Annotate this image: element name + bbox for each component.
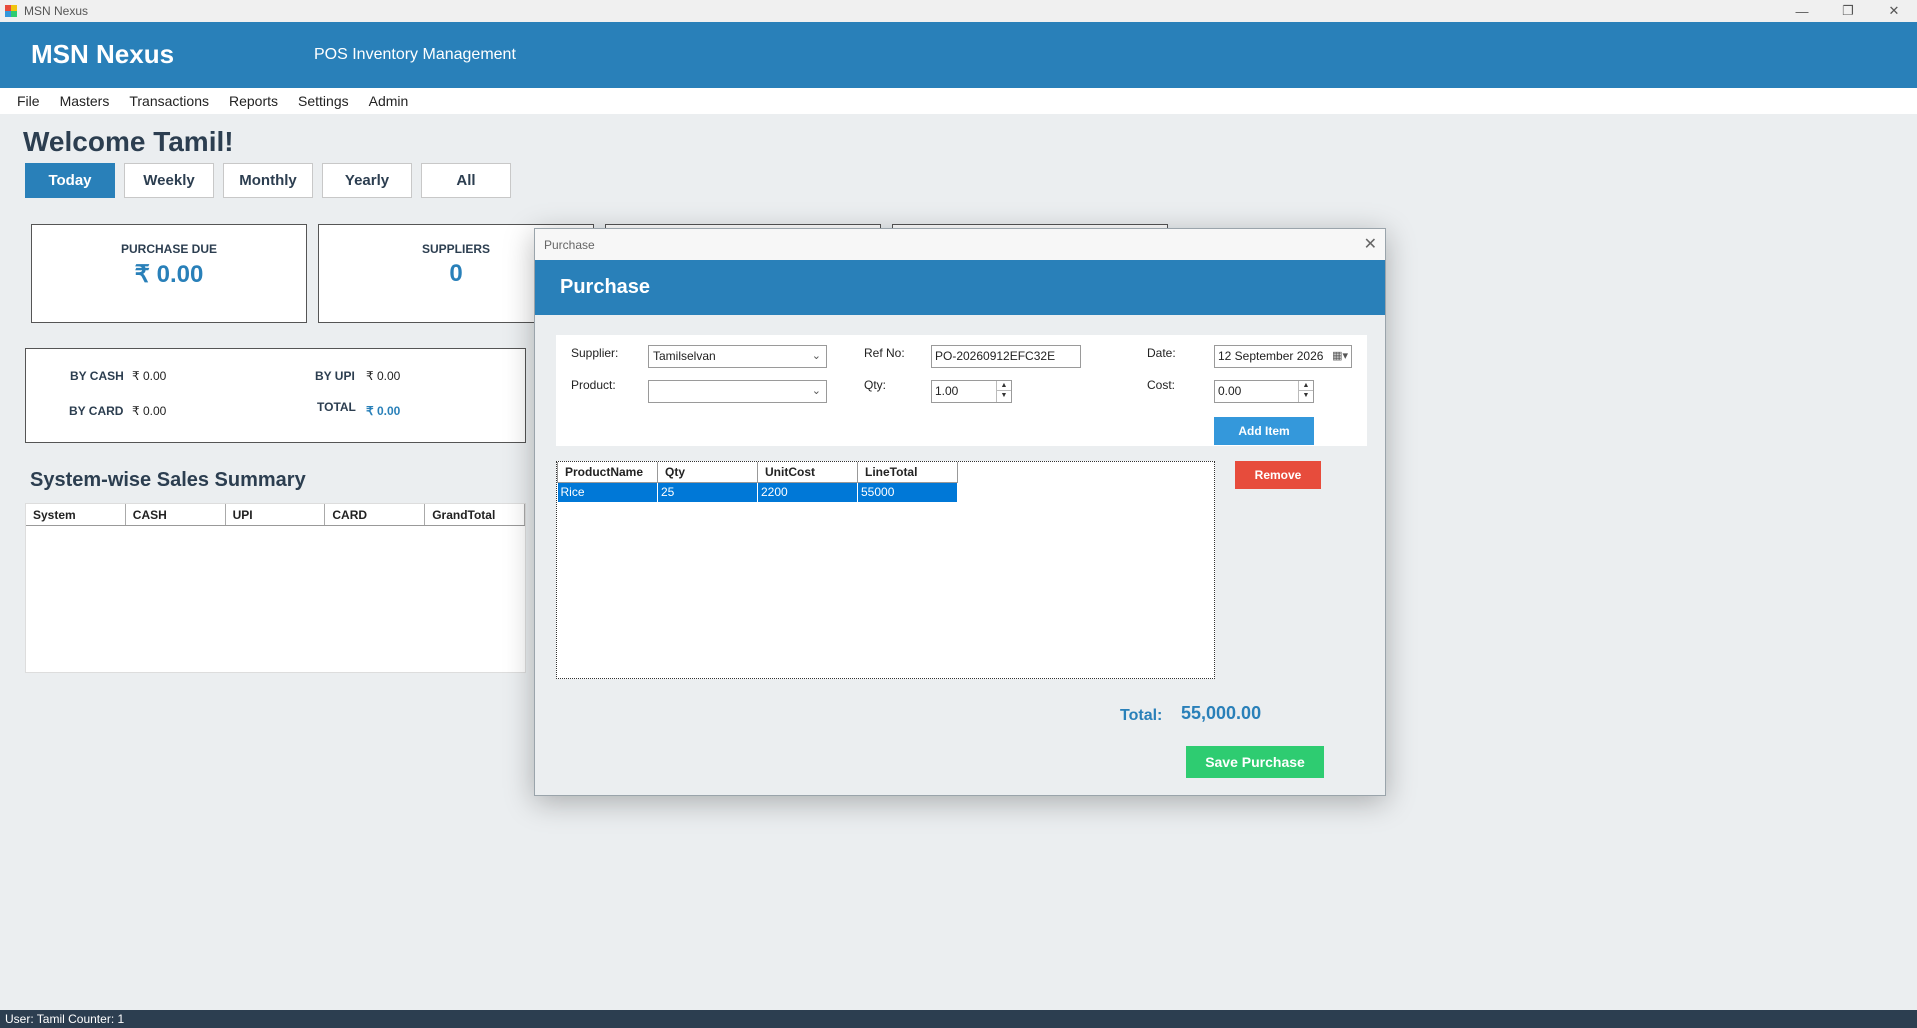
tab-monthly[interactable]: Monthly bbox=[223, 163, 313, 198]
qty-stepper[interactable]: 1.00 ▲ ▼ bbox=[931, 380, 1012, 403]
close-button[interactable]: ✕ bbox=[1871, 0, 1917, 22]
brand-title: MSN Nexus bbox=[31, 39, 175, 69]
by-card-label: BY CARD bbox=[69, 404, 124, 418]
dialog-window-title: Purchase bbox=[544, 238, 595, 252]
col-qty[interactable]: Qty bbox=[657, 462, 758, 483]
supplier-label: Supplier: bbox=[571, 346, 619, 360]
period-tabs: Today Weekly Monthly Yearly All bbox=[25, 163, 511, 198]
add-item-button[interactable]: Add Item bbox=[1214, 417, 1314, 445]
chevron-down-icon: ⌄ bbox=[811, 385, 821, 397]
summary-grid[interactable]: System CASH UPI CARD GrandTotal bbox=[25, 503, 526, 673]
payment-breakdown: BY CASH ₹ 0.00 BY UPI ₹ 0.00 BY CARD ₹ 0… bbox=[25, 348, 526, 443]
cost-label: Cost: bbox=[1147, 378, 1176, 392]
menu-masters[interactable]: Masters bbox=[50, 93, 120, 109]
ref-no-input[interactable]: PO-20260912EFC32E bbox=[931, 345, 1081, 368]
col-system[interactable]: System bbox=[26, 504, 126, 525]
app-subtitle: POS Inventory Management bbox=[314, 46, 516, 63]
grid-header-row: ProductName Qty UnitCost LineTotal bbox=[557, 462, 958, 483]
spin-up-icon[interactable]: ▲ bbox=[1299, 381, 1313, 391]
by-card-value: ₹ 0.00 bbox=[132, 404, 167, 418]
purchase-form: Supplier: Tamilselvan ⌄ Product: ⌄ Ref N… bbox=[556, 335, 1367, 446]
cost-value: 0.00 bbox=[1218, 384, 1242, 398]
tab-today[interactable]: Today bbox=[25, 163, 115, 198]
purchase-due-card: PURCHASE DUE ₹ 0.00 bbox=[31, 224, 307, 323]
supplier-value: Tamilselvan bbox=[653, 349, 716, 363]
tab-yearly[interactable]: Yearly bbox=[322, 163, 412, 198]
qty-value: 1.00 bbox=[935, 384, 959, 398]
date-value: 12 September 2026 bbox=[1218, 349, 1324, 363]
supplier-select[interactable]: Tamilselvan ⌄ bbox=[648, 345, 827, 368]
cell-productname[interactable]: Rice bbox=[557, 482, 658, 502]
col-linetotal[interactable]: LineTotal bbox=[857, 462, 958, 483]
menu-settings[interactable]: Settings bbox=[288, 93, 359, 109]
qty-spin-buttons[interactable]: ▲ ▼ bbox=[996, 381, 1011, 402]
menu-admin[interactable]: Admin bbox=[359, 93, 419, 109]
status-bar: User: Tamil Counter: 1 bbox=[0, 1010, 1917, 1028]
purchase-items-grid[interactable]: ProductName Qty UnitCost LineTotal Rice … bbox=[556, 461, 1215, 679]
product-label: Product: bbox=[571, 378, 616, 392]
purchase-total-value: 55,000.00 bbox=[1181, 703, 1262, 723]
cost-spin-buttons[interactable]: ▲ ▼ bbox=[1298, 381, 1313, 402]
minimize-button[interactable]: — bbox=[1779, 0, 1825, 22]
menu-file[interactable]: File bbox=[7, 93, 50, 109]
date-label: Date: bbox=[1147, 346, 1176, 360]
spin-down-icon[interactable]: ▼ bbox=[1299, 391, 1313, 401]
spin-up-icon[interactable]: ▲ bbox=[997, 381, 1011, 391]
menu-transactions[interactable]: Transactions bbox=[119, 93, 219, 109]
cell-unitcost[interactable]: 2200 bbox=[757, 482, 858, 502]
table-row[interactable]: Rice 25 2200 55000 bbox=[557, 482, 958, 502]
purchase-total-label: Total: bbox=[1120, 707, 1163, 724]
col-upi[interactable]: UPI bbox=[226, 504, 326, 525]
col-cash[interactable]: CASH bbox=[126, 504, 226, 525]
tab-all[interactable]: All bbox=[421, 163, 511, 198]
app-header: MSN Nexus POS Inventory Management bbox=[0, 22, 1917, 88]
maximize-button[interactable]: ❐ bbox=[1825, 0, 1871, 22]
save-purchase-button[interactable]: Save Purchase bbox=[1186, 746, 1324, 778]
card-value: ₹ 0.00 bbox=[134, 261, 204, 288]
date-picker[interactable]: 12 September 2026 ▦▾ bbox=[1214, 345, 1352, 368]
by-cash-value: ₹ 0.00 bbox=[132, 369, 167, 383]
by-cash-label: BY CASH bbox=[70, 369, 124, 383]
window-titlebar: MSN Nexus — ❐ ✕ bbox=[0, 0, 1917, 22]
spin-down-icon[interactable]: ▼ bbox=[997, 391, 1011, 401]
total-label: TOTAL bbox=[317, 400, 356, 414]
card-label: PURCHASE DUE bbox=[120, 242, 217, 256]
dialog-header: Purchase bbox=[535, 260, 1385, 315]
total-value: ₹ 0.00 bbox=[366, 404, 401, 418]
chevron-down-icon: ⌄ bbox=[811, 350, 821, 362]
qty-label: Qty: bbox=[864, 378, 887, 392]
welcome-heading: Welcome Tamil! bbox=[23, 126, 234, 157]
product-select[interactable]: ⌄ bbox=[648, 380, 827, 403]
menu-bar: File Masters Transactions Reports Settin… bbox=[0, 88, 1917, 114]
tab-weekly[interactable]: Weekly bbox=[124, 163, 214, 198]
col-productname[interactable]: ProductName bbox=[557, 462, 658, 483]
app-icon bbox=[5, 5, 17, 17]
by-upi-label: BY UPI bbox=[315, 369, 355, 383]
by-upi-value: ₹ 0.00 bbox=[366, 369, 401, 383]
purchase-dialog: Purchase ✕ Purchase Supplier: Tamilselva… bbox=[534, 228, 1386, 796]
window-title: MSN Nexus bbox=[24, 4, 89, 18]
dialog-titlebar: Purchase ✕ bbox=[535, 229, 1385, 260]
ref-no-label: Ref No: bbox=[864, 346, 905, 360]
col-unitcost[interactable]: UnitCost bbox=[757, 462, 858, 483]
cell-linetotal[interactable]: 55000 bbox=[857, 482, 958, 502]
cost-stepper[interactable]: 0.00 ▲ ▼ bbox=[1214, 380, 1314, 403]
col-card[interactable]: CARD bbox=[325, 504, 426, 525]
col-grandtotal[interactable]: GrandTotal bbox=[425, 504, 525, 525]
grid-header: System CASH UPI CARD GrandTotal bbox=[26, 504, 525, 526]
cell-qty[interactable]: 25 bbox=[657, 482, 758, 502]
calendar-icon[interactable]: ▦▾ bbox=[1332, 346, 1348, 367]
remove-button[interactable]: Remove bbox=[1235, 461, 1321, 489]
summary-title: System-wise Sales Summary bbox=[30, 469, 306, 491]
dialog-close-icon[interactable]: ✕ bbox=[1364, 234, 1377, 254]
menu-reports[interactable]: Reports bbox=[219, 93, 288, 109]
